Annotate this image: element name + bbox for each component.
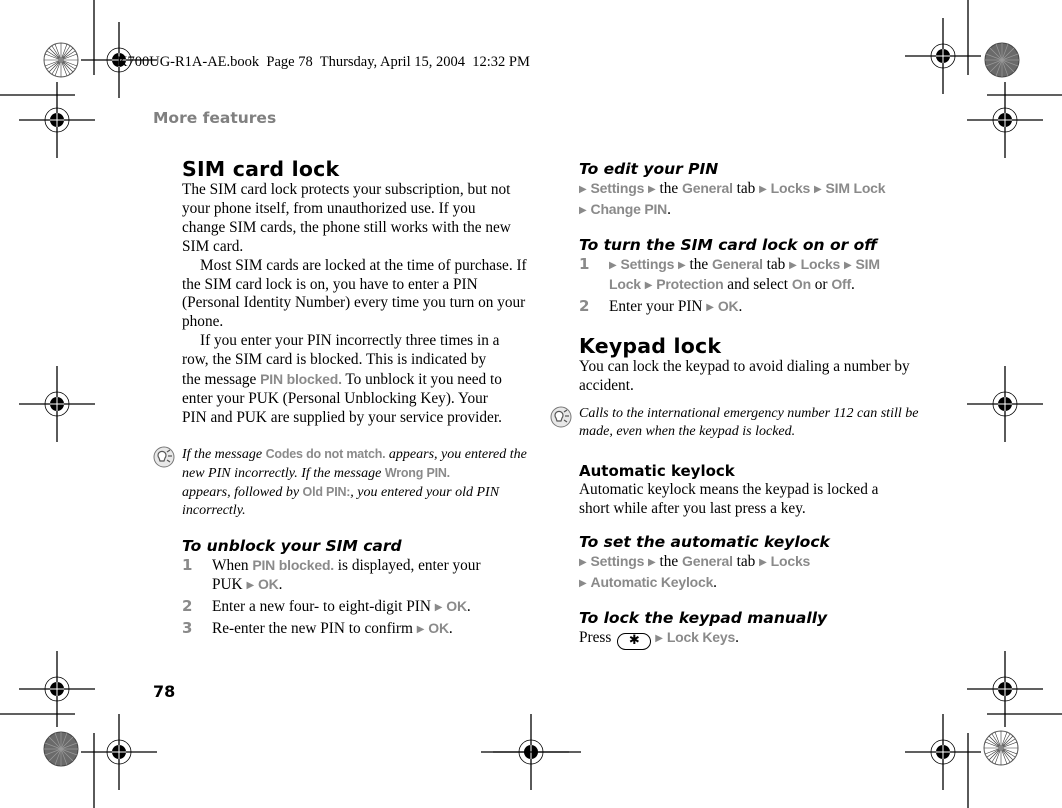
ui-text-old-pin: Old PIN:	[302, 484, 351, 499]
arrow-icon: ▶	[434, 601, 443, 613]
heading-unblock-sim: To unblock your SIM card	[182, 536, 402, 555]
right-column: To edit your PIN ▶ Settings ▶ the Genera…	[550, 157, 924, 651]
lock-keypad-manually-instruction: Press ✱ ▶ Lock Keys.	[579, 629, 739, 651]
heading-turn-sim-lock: To turn the SIM card lock on or off	[579, 235, 878, 254]
sim-lock-paragraph-2: Most SIM cards are locked at the time of…	[182, 256, 527, 331]
automatic-keylock-paragraph: Automatic keylock means the keypad is lo…	[579, 480, 879, 517]
arrow-icon: ▶	[648, 557, 656, 569]
arrow-icon: ▶	[843, 259, 852, 271]
list-item: 2 Enter a new four- to eight-digit PIN ▶ …	[182, 596, 471, 615]
heading-sim-card-lock: SIM card lock	[182, 157, 340, 181]
arrow-icon: ▶	[246, 579, 255, 591]
sim-lock-paragraph-1: The SIM card lock protects your subscrip…	[182, 181, 511, 255]
arrow-icon: ▶	[579, 184, 587, 195]
arrow-icon: ▶	[579, 204, 587, 216]
note-codes-mismatch: If the message Codes do not match. appea…	[153, 445, 527, 520]
arrow-icon: ▶	[678, 259, 686, 271]
ui-text-ok: OK	[428, 619, 449, 636]
ui-text-ok: OK	[257, 575, 279, 592]
list-item: 1 When PIN blocked. is displayed, enter y…	[182, 555, 481, 593]
ui-text-ok: OK	[446, 597, 467, 614]
heading-keypad-lock: Keypad lock	[579, 333, 722, 358]
lightbulb-note-icon	[153, 446, 175, 468]
book-file-header: K700UG-R1A-AE.book Page 78 Thursday, Apr…	[117, 54, 530, 70]
list-item: 1 ▶ Settings ▶ the General tab ▶ Locks ▶ …	[579, 254, 880, 293]
set-auto-keylock-path: ▶ Settings ▶ the General tab ▶ Locks ▶ A…	[579, 553, 811, 592]
ui-text-pin-blocked: PIN blocked.	[252, 556, 334, 573]
keypad-lock-paragraph: You can lock the keypad to avoid dialing…	[579, 357, 910, 394]
ui-text-pin-blocked: PIN blocked.	[260, 371, 342, 388]
list-item: 2 Enter your PIN ▶ OK.	[579, 296, 743, 315]
turn-lock-steps-list: 1 ▶ Settings ▶ the General tab ▶ Locks ▶ …	[579, 255, 924, 317]
heading-edit-pin: To edit your PIN	[579, 160, 719, 178]
heading-lock-keypad-manually: To lock the keypad manually	[579, 609, 828, 628]
arrow-icon: ▶	[813, 184, 822, 195]
lightbulb-note-icon	[550, 406, 572, 428]
arrow-icon: ▶	[579, 557, 587, 569]
edit-pin-path: ▶ Settings ▶ the General tab ▶ Locks ▶ S…	[579, 180, 886, 218]
arrow-icon: ▶	[416, 623, 425, 635]
heading-set-auto-keylock: To set the automatic keylock	[579, 533, 830, 552]
arrow-icon: ▶	[609, 259, 617, 271]
arrow-icon: ▶	[655, 633, 663, 645]
star-key-icon: ✱	[617, 633, 652, 651]
arrow-icon: ▶	[579, 578, 587, 590]
list-item: 3 Re-enter the new PIN to confirm ▶ OK.	[182, 618, 453, 637]
arrow-icon: ▶	[644, 279, 653, 291]
arrow-icon: ▶	[759, 557, 767, 569]
unblock-steps-list: 1 When PIN blocked. is displayed, enter y…	[182, 556, 527, 639]
sim-lock-paragraph-3: If you enter your PIN incorrectly three …	[182, 332, 502, 426]
ui-text-codes-do-not-match: Codes do not match.	[265, 446, 386, 461]
arrow-icon: ▶	[648, 184, 656, 195]
ui-text-wrong-pin: Wrong PIN.	[384, 465, 450, 480]
arrow-icon: ▶	[759, 184, 767, 195]
heading-automatic-keylock: Automatic keylock	[579, 461, 735, 480]
left-column: SIM card lock The SIM card lock protects…	[153, 157, 527, 641]
arrow-icon: ▶	[789, 259, 797, 271]
section-title: More features	[153, 109, 277, 127]
note-emergency-calls: Calls to the international emergency num…	[550, 405, 924, 441]
arrow-icon: ▶	[706, 301, 714, 313]
page-number: 78	[153, 682, 176, 701]
